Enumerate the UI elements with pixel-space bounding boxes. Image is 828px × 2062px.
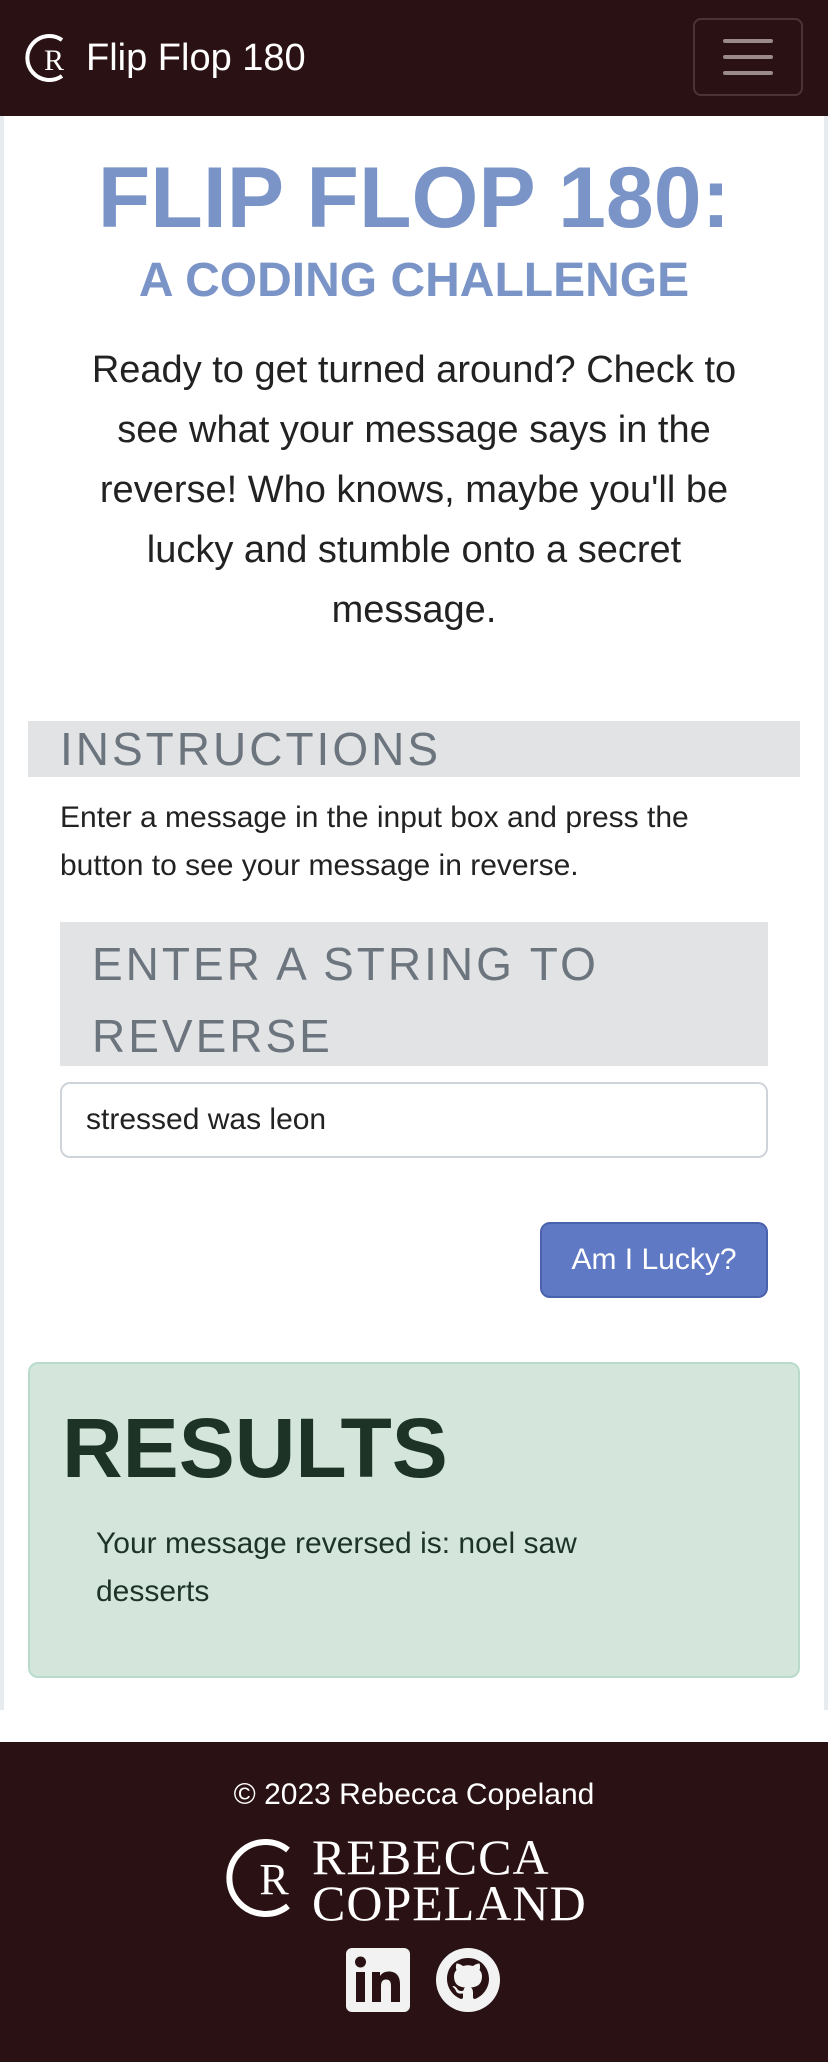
footer-logo-text: REBECCA COPELAND [312, 1829, 587, 1931]
footer-logo-line2: COPELAND [312, 1875, 587, 1931]
input-label: ENTER A STRING TO REVERSE [60, 922, 768, 1066]
hamburger-icon [723, 39, 773, 43]
linkedin-link[interactable] [344, 1946, 412, 2014]
results-text: Your message reversed is: noel saw desse… [96, 1527, 577, 1608]
svg-text:R: R [44, 44, 64, 77]
results-panel: RESULTS Your message reversed is: noel s… [28, 1362, 800, 1678]
rc-logo-icon: R [226, 1839, 290, 1917]
instructions-text: Enter a message in the input box and pre… [60, 801, 689, 882]
intro-text: Ready to get turned around? Check to see… [91, 349, 737, 631]
copyright-text: © 2023 Rebecca Copeland [233, 1778, 595, 1811]
hamburger-bar [723, 71, 773, 75]
social-links [344, 1946, 502, 2014]
hamburger-bar [723, 55, 773, 59]
rc-logo-icon: R [25, 34, 64, 82]
brand-link[interactable]: R Flip Flop 180 [24, 30, 306, 86]
string-input[interactable] [60, 1082, 768, 1158]
github-link[interactable] [434, 1946, 502, 2014]
brand-title: Flip Flop 180 [86, 36, 306, 79]
am-i-lucky-button[interactable]: Am I Lucky? [540, 1222, 768, 1298]
results-heading: RESULTS [62, 1401, 448, 1495]
svg-text:R: R [259, 1855, 289, 1904]
navbar: R Flip Flop 180 [0, 0, 828, 116]
footer-logo: R REBECCA COPELAND [226, 1832, 606, 1928]
instructions-heading: INSTRUCTIONS [28, 721, 800, 777]
footer-logo-line1: REBECCA [312, 1829, 550, 1885]
page-title: FLIP FLOP 180: [97, 150, 731, 246]
github-icon [436, 1948, 500, 2012]
menu-toggle-button[interactable] [693, 18, 803, 96]
page-subtitle: A CODING CHALLENGE [138, 254, 690, 307]
linkedin-icon [346, 1948, 410, 2012]
footer: © 2023 Rebecca Copeland R REBECCA COPELA… [0, 1742, 828, 2062]
